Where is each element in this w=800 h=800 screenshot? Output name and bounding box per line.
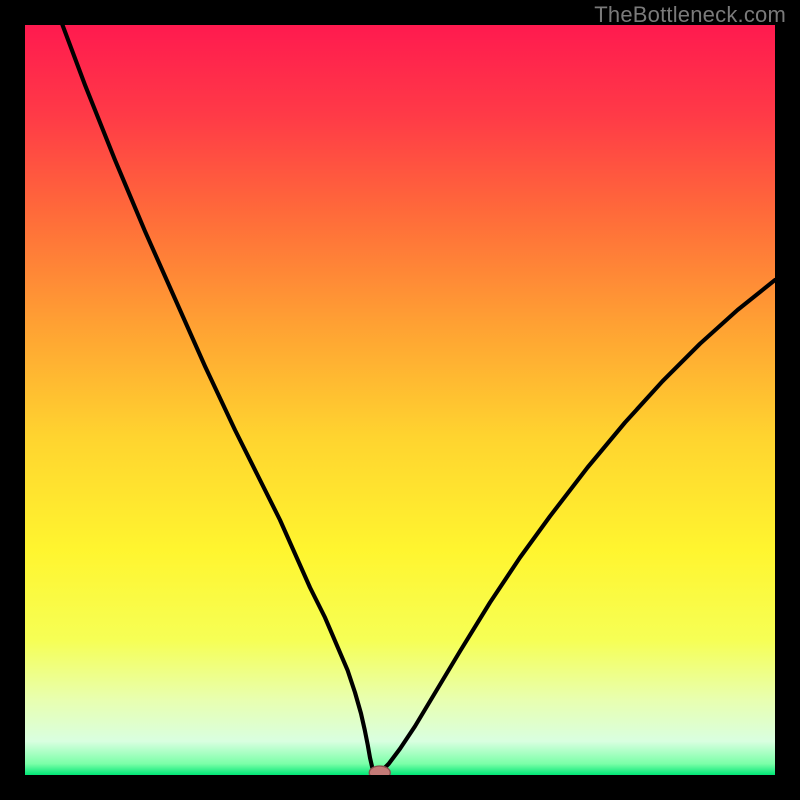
gradient-background bbox=[25, 25, 775, 775]
bottleneck-plot bbox=[25, 25, 775, 775]
chart-frame: TheBottleneck.com bbox=[0, 0, 800, 800]
minimum-marker bbox=[369, 766, 390, 775]
